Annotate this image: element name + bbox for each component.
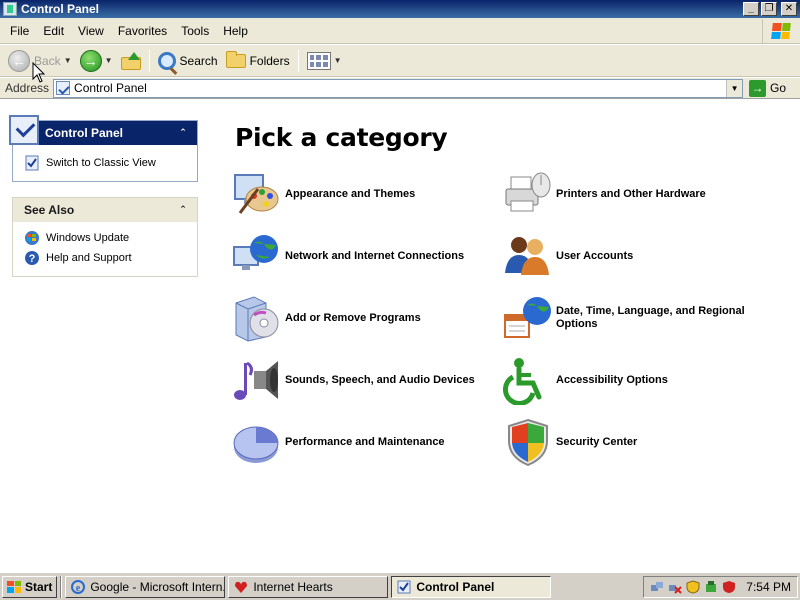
restore-button[interactable]: ❐ (761, 2, 777, 16)
address-dropdown-button[interactable]: ▼ (726, 79, 743, 97)
back-arrow-icon: ← (8, 49, 30, 72)
category-date-time-language-regional[interactable]: Date, Time, Language, and Regional Optio… (503, 292, 773, 344)
up-folder-button[interactable] (117, 48, 145, 74)
menu-file[interactable]: File (3, 21, 36, 41)
address-input[interactable]: Control Panel ▼ (53, 78, 744, 98)
see-also-header[interactable]: See Also ⌃ (13, 198, 197, 222)
title-bar: Control Panel _ ❐ ✕ (0, 0, 800, 18)
category-user-accounts[interactable]: User Accounts (503, 230, 773, 282)
menu-bar: File Edit View Favorites Tools Help (0, 18, 800, 44)
taskbar: Start e Google - Microsoft Intern... Int… (0, 572, 800, 600)
windows-update-icon (25, 231, 39, 245)
internet-explorer-icon: e (71, 579, 86, 594)
category-sounds-speech-audio[interactable]: Sounds, Speech, and Audio Devices (232, 354, 502, 406)
collapse-chevron-icon[interactable]: ⌃ (177, 203, 189, 215)
dropdown-arrow-icon: ▼ (63, 56, 72, 65)
control-panel-pane-header[interactable]: Control Panel ⌃ (9, 115, 197, 145)
svg-text:?: ? (29, 253, 36, 265)
windows-logo-icon (7, 580, 21, 593)
printer-icon (505, 172, 551, 212)
taskbar-separator (60, 575, 63, 598)
classic-view-icon (25, 155, 39, 171)
content-area: Control Panel ⌃ Switch to Classic View S… (0, 100, 800, 572)
security-shield-icon[interactable] (686, 580, 700, 594)
hardware-icon[interactable] (704, 580, 718, 594)
folder-icon (225, 50, 246, 68)
menu-favorites[interactable]: Favorites (111, 21, 174, 41)
views-icon (306, 51, 331, 70)
collapse-chevron-icon[interactable]: ⌃ (177, 126, 189, 138)
help-icon: ? (25, 251, 39, 265)
hearts-icon (235, 581, 248, 593)
minimize-button[interactable]: _ (743, 2, 759, 16)
control-panel-icon (397, 580, 411, 593)
address-bar: Address Control Panel ▼ → Go (0, 78, 800, 99)
window-title: Control Panel (21, 2, 100, 16)
menu-view[interactable]: View (71, 21, 111, 41)
start-button[interactable]: Start (2, 575, 58, 598)
network-disconnected-icon[interactable] (668, 580, 683, 594)
network-icon (233, 235, 278, 270)
security-shield-icon (508, 418, 548, 467)
users-icon (505, 237, 549, 275)
go-arrow-icon: → (749, 79, 767, 97)
toolbar-separator (297, 49, 299, 72)
taskbar-item-internet-hearts[interactable]: Internet Hearts (228, 575, 389, 598)
search-button[interactable]: Search (154, 48, 222, 74)
help-and-support-link[interactable]: ? Help and Support (24, 248, 197, 268)
control-panel-icon (3, 2, 17, 16)
accessibility-icon (503, 358, 542, 405)
control-panel-taskpane: Control Panel ⌃ Switch to Classic View (9, 115, 198, 182)
network-status-icon[interactable] (650, 580, 664, 594)
switch-to-classic-view-link[interactable]: Switch to Classic View (24, 153, 197, 173)
see-also-taskpane: See Also ⌃ Windows Update ? Help and Sup… (12, 197, 198, 277)
control-panel-icon (56, 81, 71, 95)
category-network-and-internet-connections[interactable]: Network and Internet Connections (232, 230, 502, 282)
date-time-icon (504, 297, 551, 338)
category-printers-and-other-hardware[interactable]: Printers and Other Hardware (503, 168, 773, 220)
category-add-or-remove-programs[interactable]: Add or Remove Programs (232, 292, 502, 344)
go-button[interactable]: → Go (749, 79, 786, 97)
category-security-center[interactable]: Security Center (503, 416, 773, 468)
search-icon (157, 51, 176, 70)
system-tray: 7:54 PM (643, 576, 798, 598)
folders-button[interactable]: Folders (222, 48, 294, 74)
views-button[interactable]: ▼ (303, 48, 346, 74)
sound-icon (234, 361, 278, 400)
menu-help[interactable]: Help (216, 21, 255, 41)
close-button[interactable]: ✕ (781, 2, 797, 16)
control-panel-icon (9, 115, 39, 145)
toolbar-separator (148, 49, 150, 72)
toolbar: ← Back ▼ → ▼ Search Folders ▼ (0, 45, 800, 77)
mouse-cursor-icon (32, 62, 46, 83)
taskbar-item-control-panel[interactable]: Control Panel (391, 575, 552, 598)
taskbar-item-internet-explorer[interactable]: e Google - Microsoft Intern... (65, 575, 226, 598)
menu-edit[interactable]: Edit (36, 21, 71, 41)
page-heading: Pick a category (235, 123, 448, 152)
forward-button[interactable]: → ▼ (76, 48, 117, 74)
system-clock[interactable]: 7:54 PM (746, 580, 791, 594)
shield-alert-icon[interactable] (722, 580, 736, 594)
menu-tools[interactable]: Tools (174, 21, 216, 41)
forward-arrow-icon: → (79, 49, 102, 72)
dropdown-arrow-icon: ▼ (333, 56, 342, 65)
programs-icon (235, 296, 279, 342)
svg-text:e: e (76, 583, 81, 594)
windows-update-link[interactable]: Windows Update (24, 228, 197, 248)
folder-up-icon (120, 51, 141, 70)
dropdown-arrow-icon: ▼ (104, 56, 113, 65)
category-performance-and-maintenance[interactable]: Performance and Maintenance (232, 416, 502, 468)
category-accessibility-options[interactable]: Accessibility Options (503, 354, 773, 406)
address-value: Control Panel (74, 81, 147, 95)
windows-logo-icon (762, 19, 798, 43)
performance-icon (233, 426, 279, 463)
category-appearance-and-themes[interactable]: Appearance and Themes (232, 168, 502, 220)
appearance-icon (234, 174, 279, 214)
